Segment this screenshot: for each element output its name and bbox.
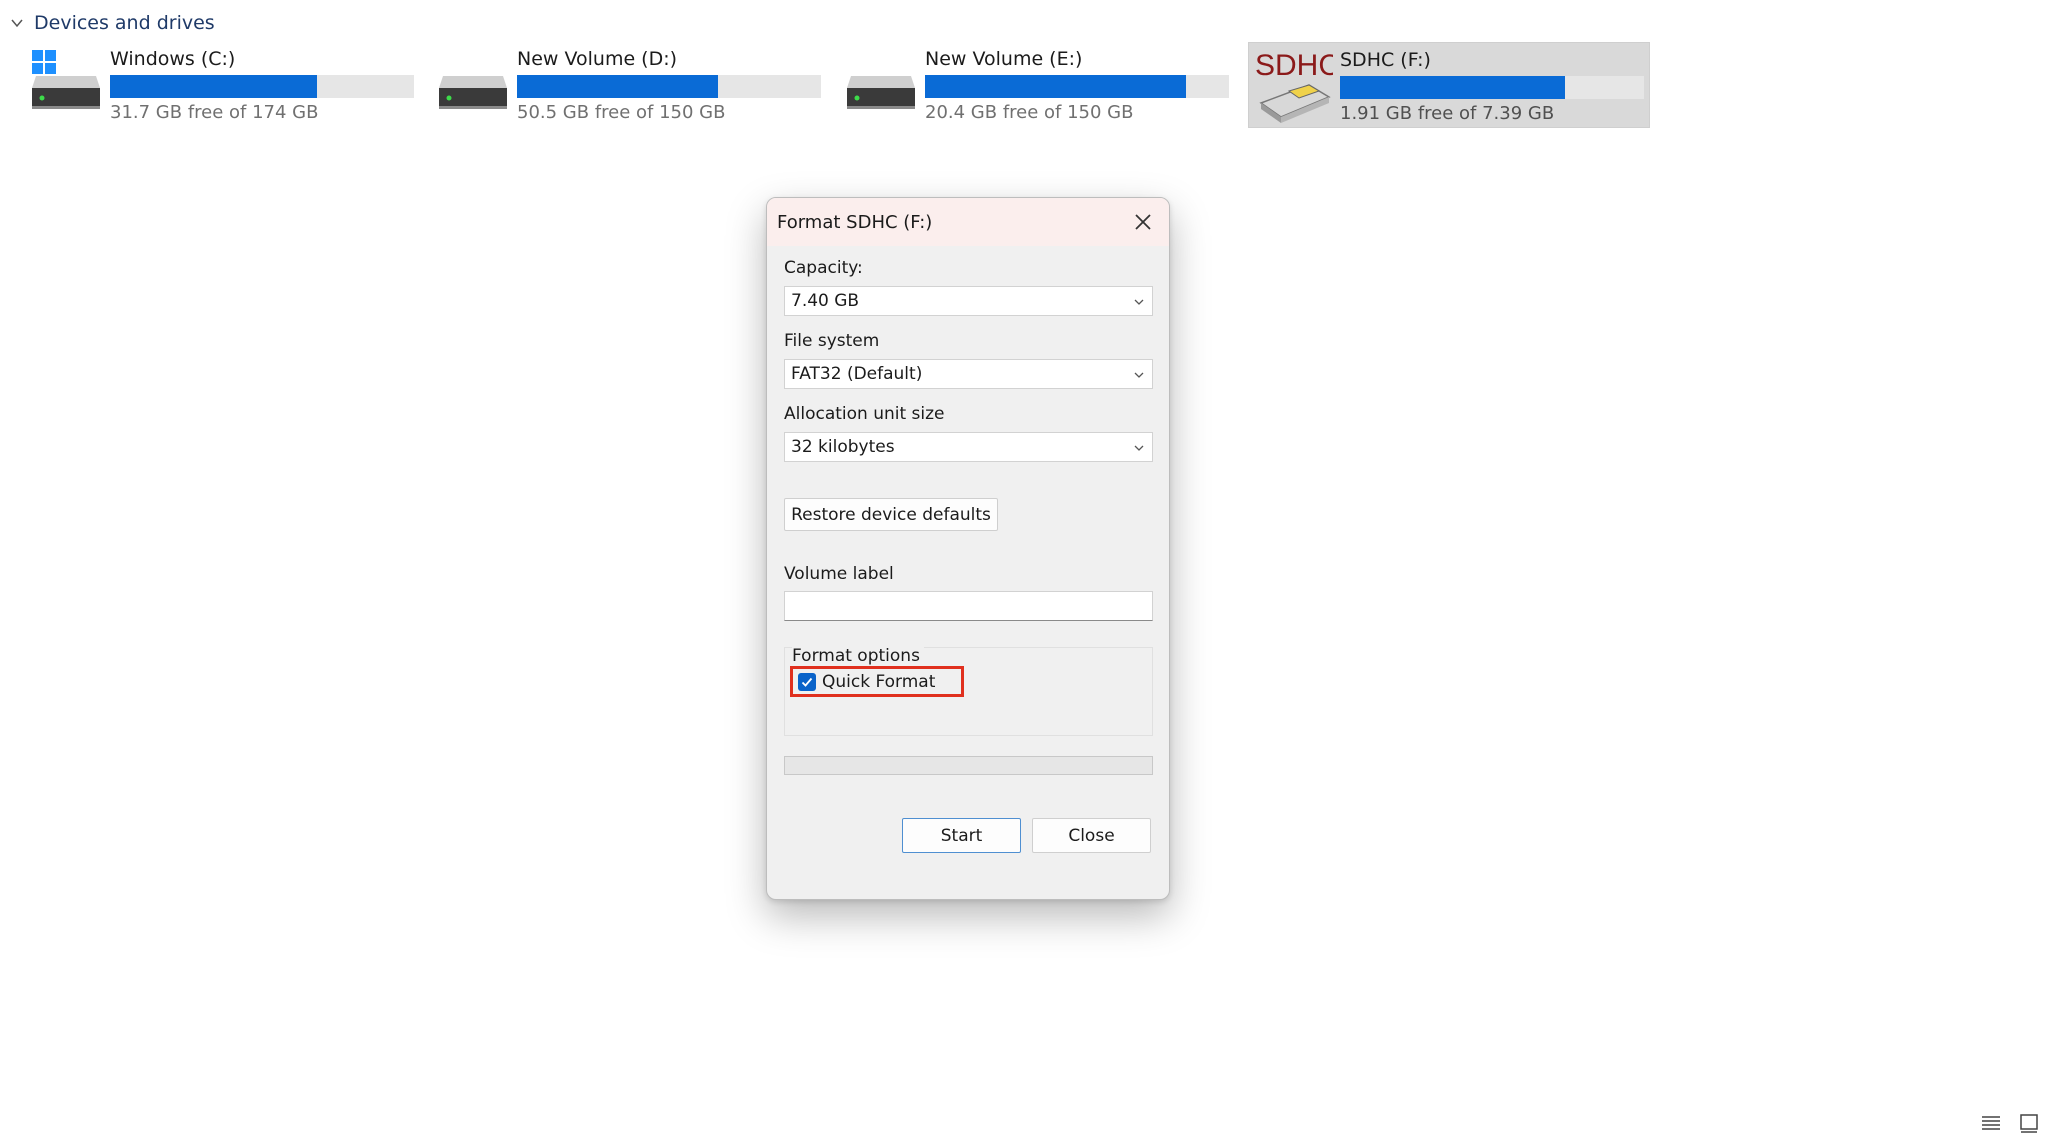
drive-name: Windows (C:) [110, 48, 236, 70]
drive-name: New Volume (D:) [517, 48, 678, 70]
drive-usage-bar [925, 75, 1229, 98]
format-options-label: Format options [792, 646, 924, 666]
sdhc-logo: SDHC [1255, 49, 1333, 82]
chevron-down-icon [1134, 299, 1144, 305]
chevron-down-icon [1134, 445, 1144, 451]
checkbox-checked-icon[interactable] [798, 672, 816, 691]
drive-free-space: 31.7 GB free of 174 GB [110, 102, 319, 123]
restore-defaults-button[interactable]: Restore device defaults [784, 498, 998, 531]
drive-c[interactable]: Windows (C:) 31.7 GB free of 174 GB [30, 42, 420, 128]
capacity-value: 7.40 GB [791, 291, 860, 311]
close-button[interactable]: Close [1032, 818, 1151, 853]
volume-label-input[interactable] [784, 591, 1153, 621]
drive-usage-bar [1340, 76, 1644, 99]
volume-label: Volume label [784, 564, 894, 584]
drive-free-space: 50.5 GB free of 150 GB [517, 102, 726, 123]
details-view-icon[interactable] [1980, 1112, 2002, 1134]
drive-name: New Volume (E:) [925, 48, 1083, 70]
drive-free-space: 1.91 GB free of 7.39 GB [1340, 103, 1555, 124]
quick-format-label: Quick Format [822, 671, 936, 692]
capacity-label: Capacity: [784, 258, 863, 278]
section-header[interactable]: Devices and drives [10, 10, 215, 36]
close-icon[interactable] [1131, 210, 1155, 234]
filesystem-select[interactable]: FAT32 (Default) [784, 359, 1153, 389]
sdhc-card-icon: SDHC [1255, 49, 1333, 123]
view-toggle-group [1980, 1112, 2040, 1134]
format-options-group: Format options Quick Format [784, 646, 1153, 736]
allocation-select[interactable]: 32 kilobytes [784, 432, 1153, 462]
chevron-down-icon [1134, 372, 1144, 378]
hard-drive-icon [847, 76, 915, 109]
format-dialog: Format SDHC (F:) Capacity: 7.40 GB File … [766, 197, 1170, 900]
dialog-title-bar[interactable]: Format SDHC (F:) [767, 198, 1169, 246]
drive-e[interactable]: New Volume (E:) 20.4 GB free of 150 GB [845, 42, 1235, 128]
drive-free-space: 20.4 GB free of 150 GB [925, 102, 1134, 123]
format-progress-bar [784, 756, 1153, 775]
tiles-view-icon[interactable] [2018, 1112, 2040, 1134]
filesystem-label: File system [784, 331, 880, 351]
start-button[interactable]: Start [902, 818, 1021, 853]
section-title: Devices and drives [34, 12, 215, 34]
windows-drive-icon [32, 50, 100, 109]
hard-drive-icon [439, 76, 507, 109]
drive-f[interactable]: SDHC SDHC (F:) 1.91 GB free of 7.39 GB [1248, 42, 1650, 128]
quick-format-checkbox[interactable]: Quick Format [790, 666, 964, 697]
dialog-title: Format SDHC (F:) [777, 211, 933, 233]
drive-usage-bar [110, 75, 414, 98]
filesystem-value: FAT32 (Default) [791, 364, 923, 384]
drive-name: SDHC (F:) [1340, 49, 1431, 71]
drive-usage-bar [517, 75, 821, 98]
capacity-select[interactable]: 7.40 GB [784, 286, 1153, 316]
allocation-label: Allocation unit size [784, 404, 945, 424]
chevron-down-icon[interactable] [10, 16, 24, 30]
allocation-value: 32 kilobytes [791, 437, 895, 457]
drive-d[interactable]: New Volume (D:) 50.5 GB free of 150 GB [437, 42, 827, 128]
